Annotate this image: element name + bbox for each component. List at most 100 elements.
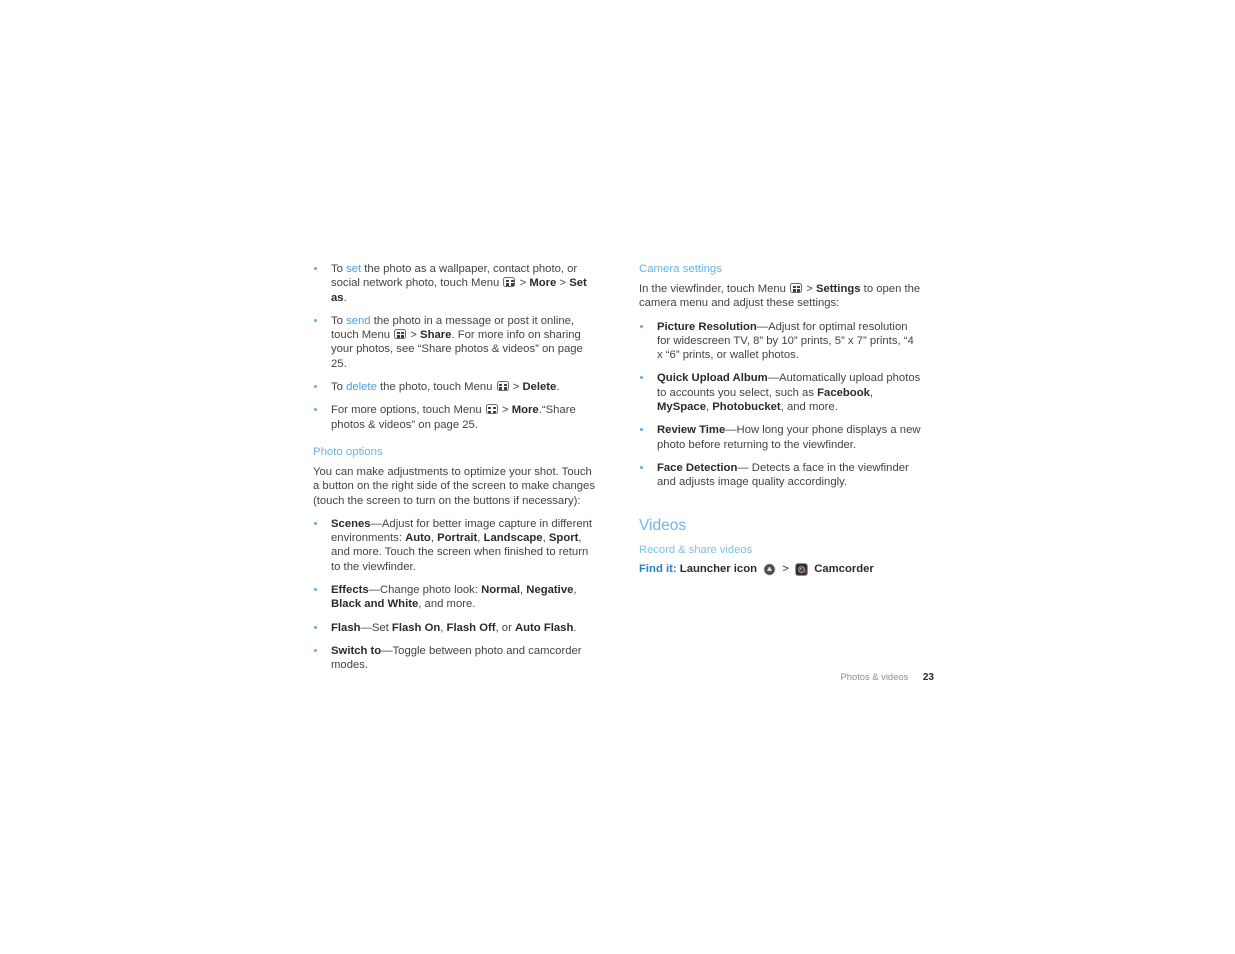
body-text: For more options, touch Menu [331,404,485,417]
videos-heading: Videos [639,516,687,534]
body-text: . [573,621,577,634]
body-text: > [516,277,530,290]
emphasis-text: Sport [548,532,579,545]
photo-options-section: Photo options You can make adjustments t… [313,445,595,673]
find-it-step-camcorder[interactable]: Camcorder [814,563,874,575]
find-it-line: Find it: Launcher icon > Camcorder [639,561,921,581]
emphasis-text: Black and White [331,598,419,611]
body-text: > [407,329,421,342]
bullet-marker [314,588,317,592]
list-item: For more options, touch Menu > More.“Sha… [313,403,595,432]
list-item: Scenes—Adjust for better image capture i… [313,517,595,574]
emphasis-text: Delete [522,381,557,394]
list-item: To delete the photo, touch Menu > Delete… [313,380,595,394]
emphasis-text: Portrait [437,532,478,545]
body-text: , or [495,621,515,634]
body-text: the photo, touch Menu [376,381,496,394]
emphasis-text: Settings [815,283,861,295]
find-it-step-launcher[interactable]: Launcher icon [680,563,757,575]
bullet-marker [314,648,317,652]
body-text: , and more. [780,401,838,414]
photo-options-intro: You can make adjustments to optimize you… [313,465,595,507]
emphasis-text: Effects [331,584,369,597]
emphasis-text: Quick Upload Album [657,372,768,385]
record-share-videos-heading: Record & share videos [639,543,753,556]
body-text: To [331,314,347,327]
emphasis-text: Review Time [657,424,726,437]
inline-link[interactable]: set [346,263,361,275]
emphasis-text: Flash [331,621,361,634]
emphasis-text: More [511,404,539,417]
camera-settings-list: Picture Resolution—Adjust for optimal re… [639,320,921,490]
bullet-marker [314,521,317,525]
find-it-label: Find it: [639,562,677,575]
left-column: To set the photo as a wallpaper, contact… [313,262,595,673]
bullet-marker [314,625,317,629]
bullet-marker [640,428,643,432]
body-text: —Set [360,621,392,634]
list-item: Review Time—How long your phone displays… [639,423,921,452]
bullet-marker [640,465,643,469]
list-item: Effects—Change photo look: Normal, Negat… [313,583,595,612]
body-text: > [498,404,512,417]
bullet-marker [314,318,317,322]
list-item: Face Detection— Detects a face in the vi… [639,461,921,490]
inline-link[interactable]: delete [346,381,377,393]
emphasis-text: Auto [405,532,431,545]
videos-section: Videos Record & share videos Find it: La… [639,516,921,581]
menu-key-icon[interactable] [485,404,498,415]
emphasis-text: Normal [481,584,521,597]
page-footer: Photos & videos 23 [0,671,934,683]
emphasis-text: Flash Off [446,621,496,634]
body-text: —Change photo look: [368,584,482,597]
list-item: Switch to—Toggle between photo and camco… [313,644,595,673]
photo-options-heading: Photo options [313,445,383,458]
emphasis-text: Photobucket [712,401,781,414]
body-text: To [331,263,347,275]
photo-actions-list: To set the photo as a wallpaper, contact… [313,262,595,432]
menu-key-icon[interactable] [496,381,509,392]
emphasis-text: Scenes [331,517,371,530]
body-text: , [573,584,577,597]
camera-settings-intro: In the viewfinder, touch Menu > Settings… [639,282,921,311]
list-item: Quick Upload Album—Automatically upload … [639,371,921,414]
footer-page-number: 23 [922,672,934,683]
list-item: Picture Resolution—Adjust for optimal re… [639,320,921,363]
bullet-marker [640,324,643,328]
inline-link[interactable]: send [346,315,371,327]
emphasis-text: MySpace [657,401,706,414]
body-text: . [343,291,347,304]
bullet-marker [314,408,317,412]
bullet-marker [640,376,643,380]
camcorder-icon[interactable] [795,562,808,581]
find-it-separator: > [782,562,789,575]
emphasis-text: Flash On [391,621,441,634]
camera-settings-heading: Camera settings [639,263,722,275]
body-text: > [556,277,570,290]
list-item: To set the photo as a wallpaper, contact… [313,262,595,305]
emphasis-text: Negative [526,584,574,597]
menu-key-icon[interactable] [790,283,803,293]
body-text: > [803,283,816,295]
bullet-marker [314,267,317,270]
footer-chapter-label: Photos & videos [840,671,909,682]
body-text: To [331,381,347,394]
bullet-marker [314,385,317,389]
emphasis-text: Share [420,329,452,342]
body-text: , [869,386,874,399]
list-item: Flash—Set Flash On, Flash Off, or Auto F… [313,621,595,635]
menu-key-icon[interactable] [394,329,407,340]
body-text: , and more. [418,598,476,611]
right-column: Camera settings In the viewfinder, touch… [639,262,921,581]
emphasis-text: Facebook [817,386,870,399]
body-text: . [556,381,560,394]
emphasis-text: Auto Flash [514,621,574,634]
emphasis-text: Picture Resolution [657,320,757,333]
menu-key-icon[interactable] [503,277,516,288]
body-text: > [509,381,523,394]
emphasis-text: Landscape [483,532,543,545]
emphasis-text: Face Detection [657,461,738,474]
launcher-icon[interactable] [763,562,776,581]
list-item: To send the photo in a message or post i… [313,314,595,371]
body-text: In the viewfinder, touch Menu [639,283,790,295]
